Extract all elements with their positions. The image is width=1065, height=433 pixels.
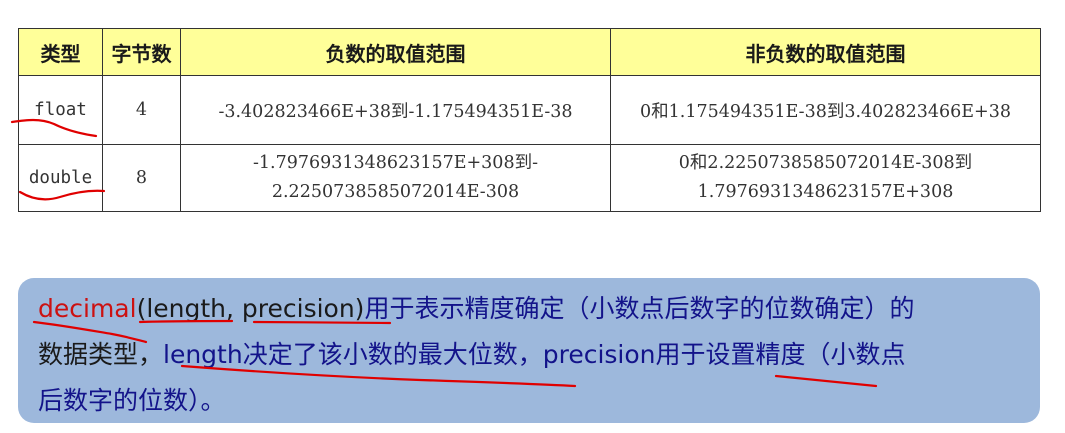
header-non-negative-range: 非负数的取值范围 — [610, 28, 1041, 76]
table-header-row: 类型 字节数 负数的取值范围 非负数的取值范围 — [18, 28, 1041, 76]
cell-line: 2.2250738585072014E-308 — [271, 182, 520, 202]
non-negative-range-cell: 0和2.2250738585072014E-308到 1.79769313486… — [610, 144, 1041, 212]
negative-range-cell: -3.402823466E+38到-1.175494351E-38 — [180, 75, 611, 145]
note-text: 用于设置精度（小数点 — [655, 340, 906, 369]
table-row: double 8 -1.7976931348623157E+308到- 2.22… — [18, 144, 1041, 212]
bytes-cell: 8 — [102, 144, 181, 212]
non-negative-range-cell: 0和1.175494351E-38到3.402823466E+38 — [610, 75, 1041, 145]
note-text: 后数字的位数）。 — [38, 386, 226, 415]
note-text: 数据类型， — [38, 340, 164, 369]
negative-range-cell: -1.7976931348623157E+308到- 2.22507385850… — [180, 144, 611, 212]
note-text: 决定了该小数的最大位数， — [242, 340, 543, 369]
cell-line: 0和1.175494351E-38到3.402823466E+38 — [640, 101, 1011, 122]
cell-line: -1.7976931348623157E+308到- — [252, 153, 538, 173]
type-cell: float — [18, 75, 103, 145]
precision-keyword: precision — [542, 340, 656, 369]
header-negative-range: 负数的取值范围 — [180, 28, 611, 76]
cell-line: -3.402823466E+38到-1.175494351E-38 — [218, 101, 573, 122]
bytes-cell: 4 — [102, 75, 181, 145]
decimal-params: (length, precision) — [136, 294, 365, 323]
decimal-keyword: decimal — [38, 294, 137, 323]
table-row: float 4 -3.402823466E+38到-1.175494351E-3… — [18, 75, 1041, 145]
header-type: 类型 — [18, 28, 103, 76]
cell-line: 0和2.2250738585072014E-308到 — [678, 153, 973, 173]
note-text: 用于表示精度确定（小数点后数字的位数确定）的 — [364, 294, 915, 323]
data-type-table: 类型 字节数 负数的取值范围 非负数的取值范围 float 4 -3.40282… — [18, 28, 1041, 212]
decimal-note-box: decimal(length, precision)用于表示精度确定（小数点后数… — [18, 278, 1040, 423]
cell-line: 1.7976931348623157E+308 — [697, 182, 954, 202]
type-cell: double — [18, 144, 103, 212]
header-bytes: 字节数 — [102, 28, 181, 76]
length-keyword: length — [163, 340, 243, 369]
